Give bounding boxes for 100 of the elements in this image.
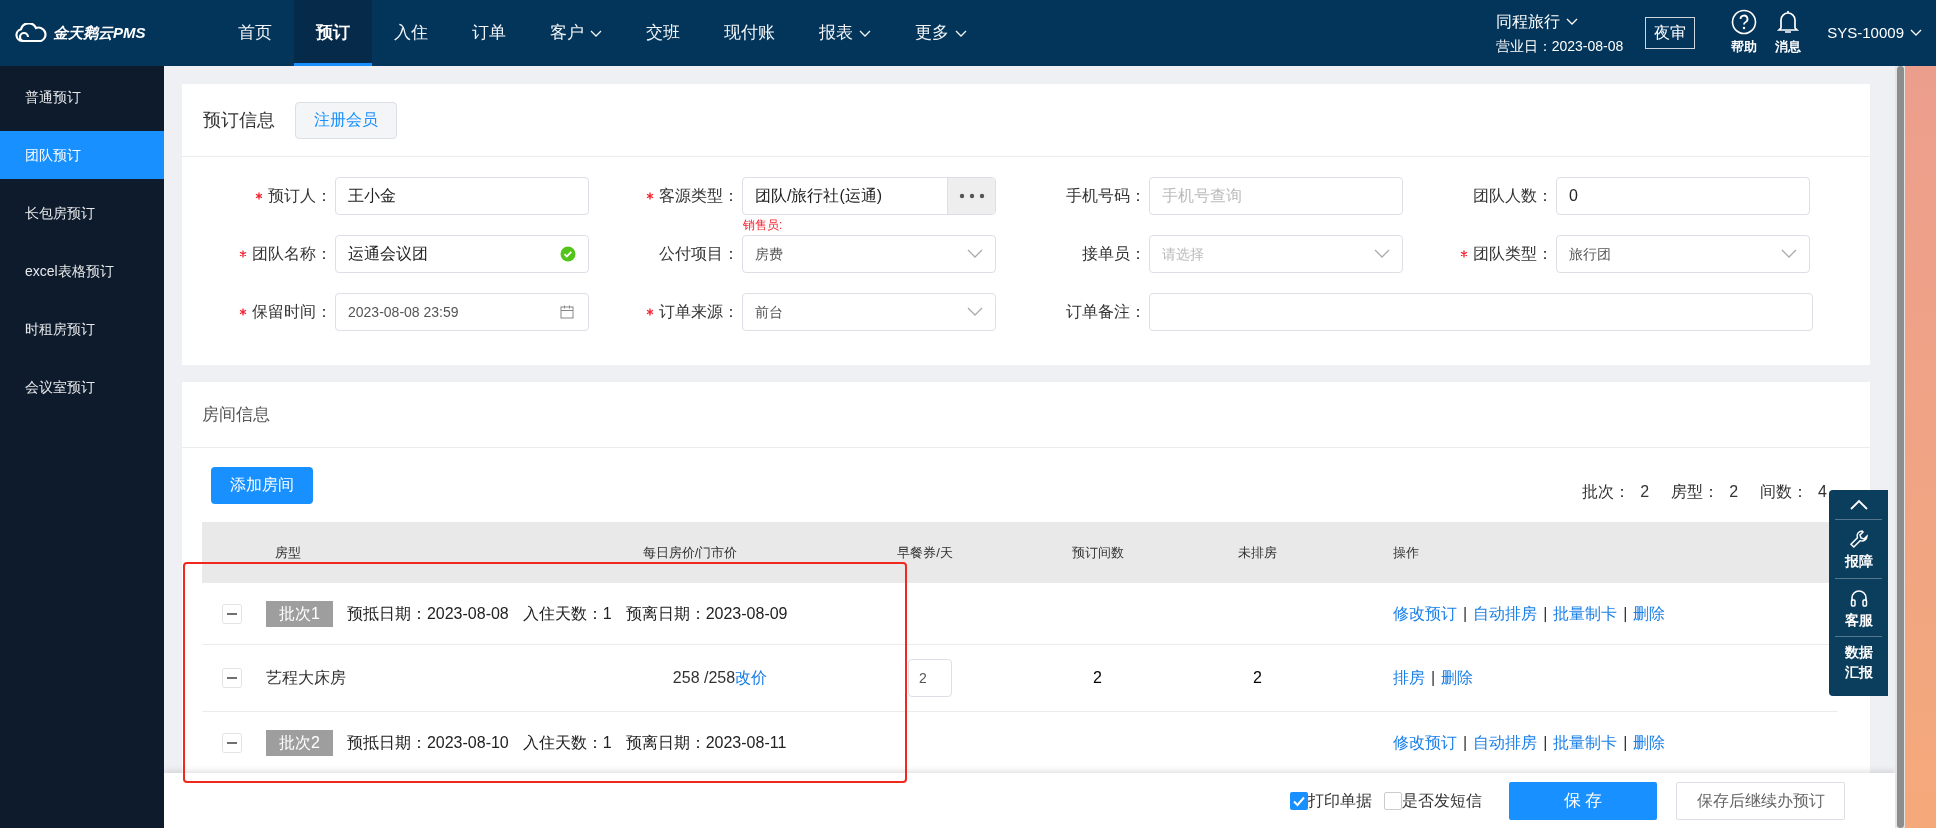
action-link[interactable]: 排房 xyxy=(1393,666,1425,690)
checkbox-box[interactable] xyxy=(1290,791,1308,810)
action-link[interactable]: 自动排房 xyxy=(1473,730,1538,755)
summary-value: 2 xyxy=(1640,482,1650,502)
checkbox[interactable]: 打印单据 xyxy=(1290,788,1372,813)
chevron-down-icon xyxy=(967,249,983,259)
action-link[interactable]: 修改预订 xyxy=(1393,601,1457,626)
toolbar-button[interactable]: 客服 xyxy=(1835,577,1882,637)
night-audit-button[interactable]: 夜审 xyxy=(1645,17,1696,49)
column-header: 未排房 xyxy=(1238,544,1277,560)
logo-text: 金天鹅云PMS xyxy=(53,22,146,43)
hotel-selector[interactable]: 同程旅行 xyxy=(1495,9,1624,34)
field-label: 团队名称： xyxy=(252,244,332,264)
column-header: 操作 xyxy=(1393,544,1419,560)
batch-detail: 入住天数：1 xyxy=(522,732,612,753)
toolbar-button[interactable]: 帮助 xyxy=(1731,9,1758,57)
salesperson-hint: 销售员: xyxy=(743,217,783,234)
column-header: 早餐券/天 xyxy=(897,544,953,560)
business-day: 营业日：2023-08-08 xyxy=(1495,35,1624,57)
input-field[interactable]: 前台 xyxy=(742,293,996,331)
sidebar-item[interactable]: excel表格预订 xyxy=(0,247,164,295)
chevron-down-icon xyxy=(967,307,983,317)
breakfast-input[interactable]: 2 xyxy=(908,659,952,697)
sidebar-item[interactable]: 普通预订 xyxy=(0,73,164,121)
nav-tab[interactable]: 更多 xyxy=(893,0,989,66)
separator-text: | xyxy=(1623,732,1628,753)
input-field[interactable]: 运通会议团 xyxy=(335,235,589,273)
sidebar-item[interactable]: 长包房预订 xyxy=(0,189,164,237)
ellipsis-icon xyxy=(958,193,985,199)
summary-value: 2 xyxy=(1729,482,1739,502)
summary-label: 批次： xyxy=(1582,482,1631,502)
batch-tag: 批次1 xyxy=(266,600,333,627)
action-link[interactable]: 删除 xyxy=(1633,601,1666,626)
collapse-icon[interactable] xyxy=(222,603,242,624)
column-header: 房型 xyxy=(275,544,301,560)
batch-detail: 预离日期：2023-08-09 xyxy=(625,603,788,624)
chevron-down-icon xyxy=(1781,249,1797,259)
user-menu[interactable]: SYS-10009 xyxy=(1827,0,1922,66)
input-field[interactable]: 王小金 xyxy=(335,177,589,215)
separator-text: | xyxy=(1431,668,1436,688)
section-title: 房间信息 xyxy=(202,403,270,426)
separator-text: | xyxy=(1543,732,1548,753)
column-header: 预订间数 xyxy=(1071,544,1124,560)
room-type: 艺程大床房 xyxy=(266,669,346,686)
batch-detail: 入住天数：1 xyxy=(522,603,612,624)
collapse-icon[interactable] xyxy=(222,668,242,688)
separator-text: | xyxy=(1623,603,1628,624)
collapse-icon[interactable] xyxy=(222,732,242,753)
action-link[interactable]: 修改预订 xyxy=(1393,730,1457,755)
caret-icon xyxy=(955,30,967,38)
nav-tab[interactable]: 入住 xyxy=(372,0,450,66)
action-link[interactable]: 批量制卡 xyxy=(1553,730,1618,755)
nav-tab[interactable]: 客户 xyxy=(528,0,624,66)
save-and-continue-button[interactable]: 保存后继续办预订 xyxy=(1676,781,1845,820)
chevron-up-icon xyxy=(1849,499,1868,510)
input-field[interactable]: 房费 xyxy=(742,235,996,273)
action-link[interactable]: 删除 xyxy=(1441,666,1474,690)
nav-tab[interactable]: 首页 xyxy=(216,0,294,66)
caret-icon xyxy=(1910,29,1922,37)
input-field[interactable] xyxy=(1149,293,1813,331)
nav-tab[interactable]: 现付账 xyxy=(702,0,797,66)
action-link[interactable]: 批量制卡 xyxy=(1553,601,1618,626)
toolbar-button[interactable]: 数据汇报 xyxy=(1835,636,1882,689)
headset-icon xyxy=(1848,587,1869,608)
cloud-logo-icon xyxy=(14,23,48,43)
toolbar-button[interactable]: 报障 xyxy=(1835,519,1882,578)
caret-icon xyxy=(1565,17,1578,26)
scrollbar-thumb[interactable] xyxy=(1896,66,1904,828)
sidebar-item[interactable]: 时租房预订 xyxy=(0,305,164,353)
separator-text: | xyxy=(1543,603,1548,624)
field-label: 接单员： xyxy=(1082,244,1146,264)
nav-tab[interactable]: 订单 xyxy=(450,0,528,66)
checkbox-box[interactable] xyxy=(1384,791,1402,810)
input-field[interactable]: 旅行团 xyxy=(1556,235,1810,273)
summary-value: 4 xyxy=(1818,482,1827,502)
price-text: 258 /258 xyxy=(672,668,736,688)
sidebar-item[interactable]: 会议室预订 xyxy=(0,363,164,411)
batch-detail: 预离日期：2023-08-11 xyxy=(625,732,787,753)
nav-tab[interactable]: 交班 xyxy=(624,0,702,66)
caret-icon xyxy=(590,30,602,38)
toolbar-button[interactable]: 消息 xyxy=(1775,9,1802,57)
checkbox[interactable]: 是否发短信 xyxy=(1384,788,1482,813)
more-button[interactable] xyxy=(947,178,995,214)
section-title: 预订信息 xyxy=(203,108,275,132)
change-price-link[interactable]: 改价 xyxy=(735,666,768,690)
field-label: 手机号码： xyxy=(1066,186,1146,206)
summary-label: 间数： xyxy=(1760,482,1809,502)
nav-tab[interactable]: 预订 xyxy=(294,0,372,66)
column-header: 每日房价/门市价 xyxy=(642,544,738,560)
input-field[interactable]: 0 xyxy=(1556,177,1810,215)
batch-detail: 预抵日期：2023-08-10 xyxy=(346,732,509,753)
action-link[interactable]: 删除 xyxy=(1633,730,1666,755)
input-field[interactable]: 2023-08-08 23:59 xyxy=(335,293,589,331)
nav-tab[interactable]: 报表 xyxy=(797,0,893,66)
caret-icon xyxy=(859,30,871,38)
calendar-icon xyxy=(560,305,574,319)
action-link[interactable]: 自动排房 xyxy=(1473,601,1538,626)
table-cell: 2 xyxy=(1093,669,1102,686)
field-label: 订单来源： xyxy=(659,302,739,322)
field-label: 保留时间： xyxy=(252,302,332,322)
